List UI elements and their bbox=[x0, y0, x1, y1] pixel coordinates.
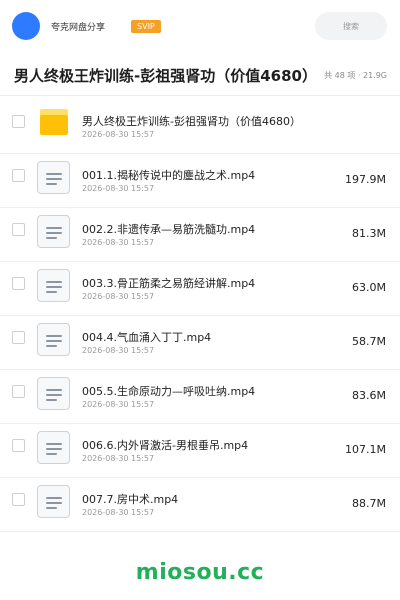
item-date: 2026-08-30 15:57 bbox=[82, 292, 155, 301]
list-item[interactable]: 006.6.内外肾激活-男根垂吊.mp4 2026-08-30 15:57 10… bbox=[0, 424, 400, 478]
item-name: 003.3.骨正筋柔之易筋经讲解.mp4 bbox=[82, 277, 256, 290]
top-bar: 夸克网盘分享 SVIP 搜索 bbox=[0, 0, 400, 52]
folder-icon bbox=[40, 109, 68, 135]
item-size: 197.9M bbox=[345, 173, 386, 186]
file-icon bbox=[37, 215, 70, 248]
page-title: 男人终极王炸训练-彭祖强肾功（价值4680） bbox=[14, 67, 317, 85]
search-input[interactable]: 搜索 bbox=[315, 12, 387, 40]
item-name: 005.5.生命原动力—呼吸吐纳.mp4 bbox=[82, 385, 256, 398]
list-item[interactable]: 004.4.气血涌入丁丁.mp4 2026-08-30 15:57 58.7M bbox=[0, 316, 400, 370]
item-name: 男人终极王炸训练-彭祖强肾功（价值4680） bbox=[82, 115, 301, 128]
item-name: 001.1.揭秘传说中的鏖战之术.mp4 bbox=[82, 169, 256, 182]
file-icon bbox=[37, 269, 70, 302]
file-icon bbox=[37, 431, 70, 464]
item-size: 63.0M bbox=[352, 281, 386, 294]
list-item[interactable]: 男人终极王炸训练-彭祖强肾功（价值4680） 2026-08-30 15:57 bbox=[0, 100, 400, 154]
item-checkbox[interactable] bbox=[12, 493, 25, 506]
folder-header: 男人终极王炸训练-彭祖强肾功（价值4680） 共 48 项 · 21.9G bbox=[0, 56, 400, 96]
file-icon bbox=[37, 161, 70, 194]
item-name: 002.2.非遗传承—易筋洗髓功.mp4 bbox=[82, 223, 256, 236]
vip-badge: SVIP bbox=[131, 19, 161, 33]
avatar[interactable] bbox=[12, 12, 40, 40]
item-date: 2026-08-30 15:57 bbox=[82, 346, 155, 355]
list-item[interactable]: 003.3.骨正筋柔之易筋经讲解.mp4 2026-08-30 15:57 63… bbox=[0, 262, 400, 316]
item-date: 2026-08-30 15:57 bbox=[82, 400, 155, 409]
item-checkbox[interactable] bbox=[12, 169, 25, 182]
item-checkbox[interactable] bbox=[12, 331, 25, 344]
item-checkbox[interactable] bbox=[12, 385, 25, 398]
item-size: 81.3M bbox=[352, 227, 386, 240]
item-date: 2026-08-30 15:57 bbox=[82, 454, 155, 463]
item-size: 83.6M bbox=[352, 389, 386, 402]
item-checkbox[interactable] bbox=[12, 439, 25, 452]
list-item[interactable]: 007.7.房中术.mp4 2026-08-30 15:57 88.7M bbox=[0, 478, 400, 532]
file-icon bbox=[37, 485, 70, 518]
item-date: 2026-08-30 15:57 bbox=[82, 238, 155, 247]
item-size: 107.1M bbox=[345, 443, 386, 456]
item-size: 58.7M bbox=[352, 335, 386, 348]
item-checkbox[interactable] bbox=[12, 115, 25, 128]
list-item[interactable]: 005.5.生命原动力—呼吸吐纳.mp4 2026-08-30 15:57 83… bbox=[0, 370, 400, 424]
item-name: 007.7.房中术.mp4 bbox=[82, 493, 179, 506]
file-icon bbox=[37, 323, 70, 356]
file-list: 男人终极王炸训练-彭祖强肾功（价值4680） 2026-08-30 15:57 … bbox=[0, 100, 400, 532]
folder-meta: 共 48 项 · 21.9G bbox=[324, 71, 387, 80]
file-icon bbox=[37, 377, 70, 410]
site-name: 夸克网盘分享 bbox=[51, 22, 106, 33]
item-name: 004.4.气血涌入丁丁.mp4 bbox=[82, 331, 212, 344]
item-size: 88.7M bbox=[352, 497, 386, 510]
item-name: 006.6.内外肾激活-男根垂吊.mp4 bbox=[82, 439, 249, 452]
list-item[interactable]: 001.1.揭秘传说中的鏖战之术.mp4 2026-08-30 15:57 19… bbox=[0, 154, 400, 208]
list-item[interactable]: 002.2.非遗传承—易筋洗髓功.mp4 2026-08-30 15:57 81… bbox=[0, 208, 400, 262]
item-checkbox[interactable] bbox=[12, 223, 25, 236]
search-placeholder: 搜索 bbox=[343, 21, 359, 31]
item-date: 2026-08-30 15:57 bbox=[82, 508, 155, 517]
item-checkbox[interactable] bbox=[12, 277, 25, 290]
watermark: miosou.cc bbox=[135, 560, 265, 585]
item-date: 2026-08-30 15:57 bbox=[82, 130, 155, 139]
item-date: 2026-08-30 15:57 bbox=[82, 184, 155, 193]
